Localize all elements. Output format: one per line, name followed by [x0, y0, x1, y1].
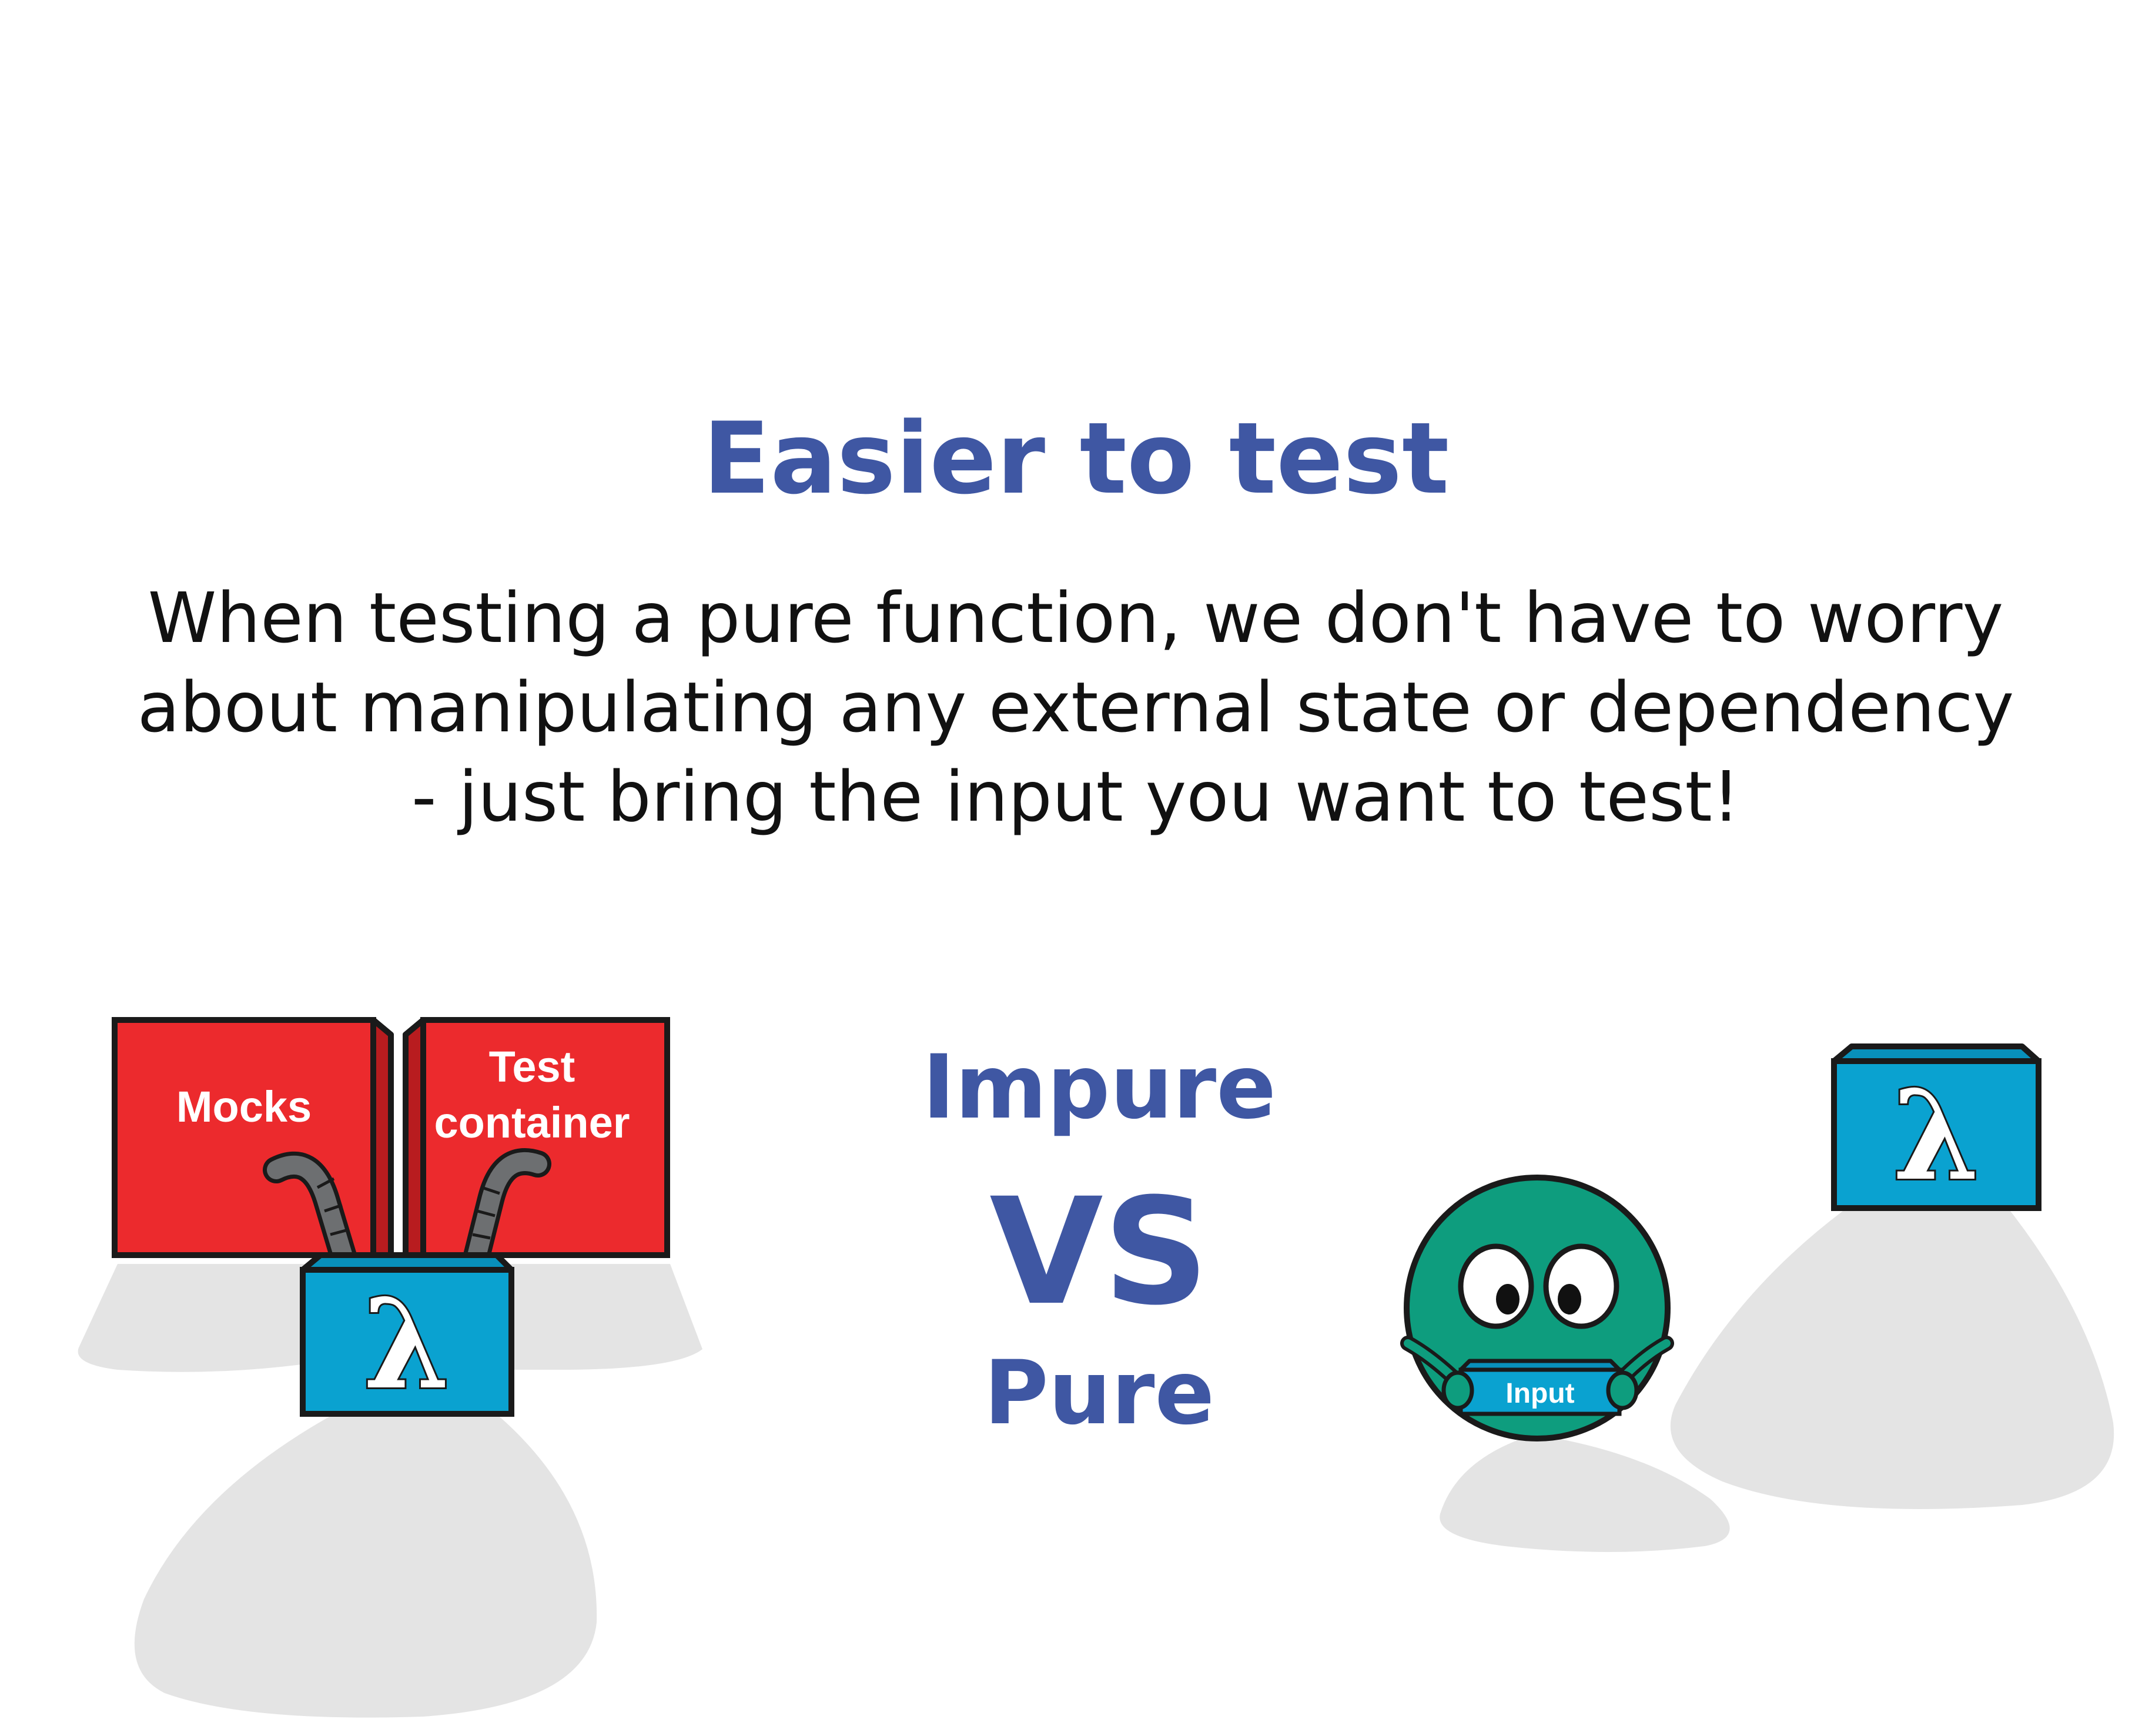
right-eye-icon [1543, 1243, 1619, 1329]
impure-lambda-box-icon: λ [300, 1252, 514, 1419]
vs-label: VS [989, 1166, 1209, 1337]
pure-lambda-symbol: λ [1893, 1063, 1979, 1208]
pure-illustration: λ Input [1400, 1043, 2114, 1552]
test-container-label-line1: Test [489, 1042, 575, 1091]
green-ball-character-icon: Input [1400, 1175, 1674, 1441]
input-label: Input [1505, 1378, 1574, 1409]
mocks-label: Mocks [176, 1082, 312, 1131]
test-container-label-line2: container [434, 1098, 630, 1147]
impure-lambda-shadow [134, 1417, 597, 1718]
test-container-shadow [500, 1264, 702, 1370]
impure-label: Impure [922, 1036, 1276, 1139]
illustration-canvas: Mocks Test container λ λ Input [78, 1017, 2114, 1718]
test-container-box: Test container [403, 1017, 670, 1258]
impure-illustration: Mocks Test container λ [78, 1017, 702, 1718]
pure-lambda-shadow [1670, 1211, 2114, 1509]
pure-lambda-box-icon: λ [1831, 1043, 2041, 1211]
pure-label: Pure [983, 1342, 1215, 1444]
impure-lambda-symbol: λ [363, 1272, 450, 1417]
left-eye-icon [1458, 1243, 1534, 1329]
input-box: Input [1458, 1359, 1622, 1416]
mocks-box: Mocks [112, 1017, 394, 1258]
